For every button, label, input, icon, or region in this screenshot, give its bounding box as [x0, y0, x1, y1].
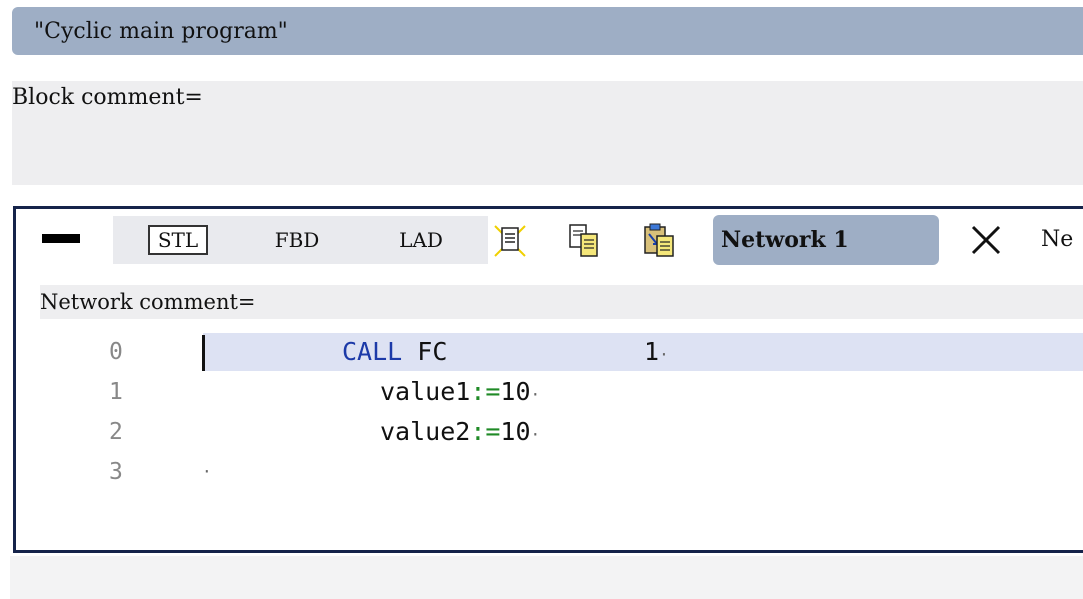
close-icon[interactable] [969, 223, 1003, 257]
paste-document-icon[interactable] [642, 222, 676, 258]
code-line[interactable]: 1 value1:=10· [16, 373, 1083, 411]
copy-document-icon[interactable] [567, 222, 601, 258]
new-page-icon[interactable] [493, 222, 527, 258]
tab-fbd[interactable]: FBD [273, 225, 321, 255]
network-panel: STL FBD LAD Network 1 Ne Network comment… [13, 206, 1083, 553]
param-name: value2 [380, 417, 471, 446]
code-line[interactable]: 0 CALL FC 1· [16, 333, 1083, 371]
network-comment-area[interactable]: Network comment= [40, 285, 1083, 319]
keyword: CALL [342, 337, 403, 366]
code-argument: 1 [644, 337, 660, 366]
block-comment-area[interactable]: Block comment= [12, 81, 1083, 185]
param-value: 10 [500, 377, 531, 406]
code-text: FC [402, 337, 448, 366]
network-title-button[interactable]: Network 1 [713, 215, 939, 265]
assign-operator: := [470, 377, 501, 406]
next-network-label[interactable]: Ne [1041, 227, 1073, 252]
tab-stl[interactable]: STL [148, 225, 208, 255]
assign-operator: := [470, 417, 501, 446]
network-comment-label: Network comment= [40, 290, 256, 314]
next-block-area [10, 556, 1083, 599]
code-line[interactable]: 2 value2:=10· [16, 413, 1083, 451]
language-tab-strip: STL FBD LAD [113, 216, 488, 264]
param-name: value1 [380, 377, 471, 406]
line-number: 2 [109, 419, 123, 445]
block-comment-label: Block comment= [12, 85, 203, 110]
tab-lad[interactable]: LAD [395, 225, 447, 255]
line-number: 3 [109, 459, 123, 485]
block-title[interactable]: "Cyclic main program" [12, 7, 1083, 55]
collapse-network-icon[interactable] [42, 234, 80, 243]
line-number: 1 [109, 379, 123, 405]
line-number: 0 [109, 339, 123, 365]
param-value: 10 [500, 417, 531, 446]
code-line[interactable]: 3 · [16, 453, 1083, 491]
